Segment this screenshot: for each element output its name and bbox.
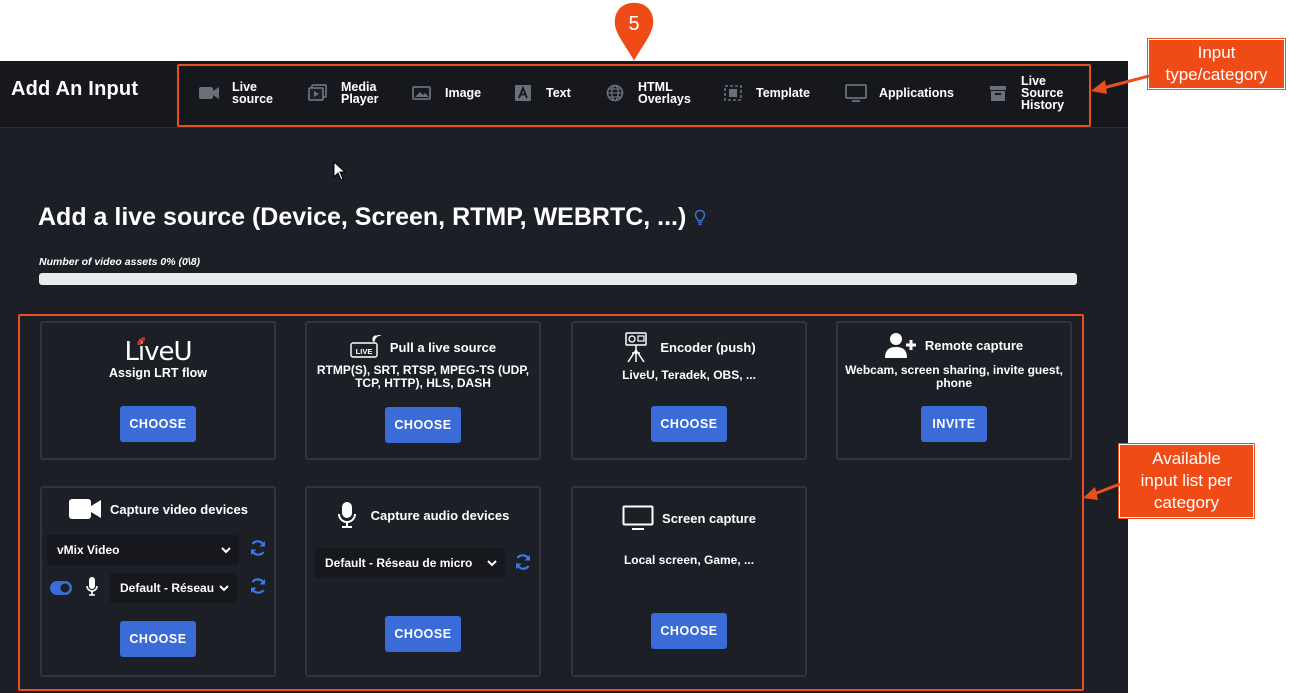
video-assets-label: Number of video assets 0% (0\8) <box>39 256 201 268</box>
arrow-to-cards <box>1083 482 1121 500</box>
step-number: 5 <box>628 13 639 35</box>
mouse-cursor-icon <box>333 161 347 181</box>
window-title: Add An Input <box>11 78 139 100</box>
cards-highlight-box <box>18 314 1084 691</box>
video-assets-progress <box>39 273 1077 285</box>
step-marker: 5 <box>613 1 655 64</box>
tabs-highlight-box <box>177 64 1091 127</box>
callout-input-type: Input type/category <box>1148 39 1285 89</box>
page-heading-text: Add a live source (Device, Screen, RTMP,… <box>38 203 687 231</box>
callout-input-list: Available input list per category <box>1119 444 1254 518</box>
lightbulb-icon[interactable] <box>694 209 706 227</box>
arrow-to-tabs <box>1091 74 1150 94</box>
page-heading: Add a live source (Device, Screen, RTMP,… <box>38 203 706 232</box>
